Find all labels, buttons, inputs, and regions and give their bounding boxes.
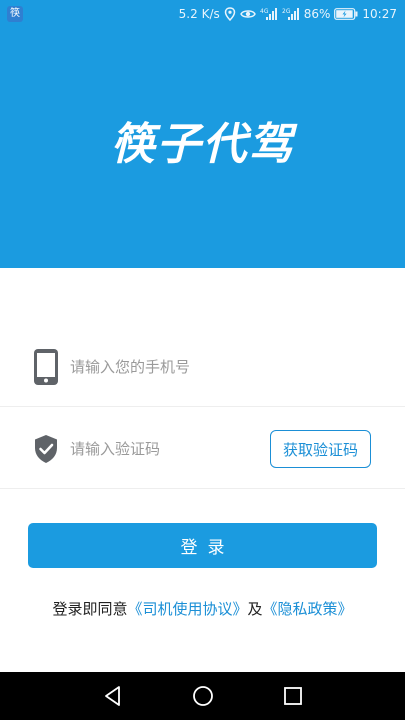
status-bar: 筷 5.2 K/s 4G 2G 86% 10:27 [0,0,405,28]
recent-square-icon[interactable] [281,684,305,708]
phone-input[interactable] [70,352,370,382]
battery-icon [334,8,358,20]
system-nav-bar [0,672,405,720]
privacy-policy-link[interactable]: 《隐私政策》 [263,600,353,618]
agreement-prefix: 登录即同意 [52,600,128,618]
location-icon [224,7,235,21]
phone-row [0,328,405,407]
code-input[interactable] [70,434,260,464]
app-notification-icon: 筷 [7,6,23,22]
login-button[interactable]: 登录 [28,523,377,568]
smartphone-icon [34,349,58,385]
agreement-conjunction: 及 [247,600,263,618]
clock: 10:27 [362,7,397,21]
app-title: 筷子代驾 [110,119,295,170]
agreement-text: 登录即同意《司机使用协议》及《隐私政策》 [0,598,405,619]
home-circle-icon[interactable] [191,684,215,708]
login-screen: 筷 5.2 K/s 4G 2G 86% 10:27 筷子代驾 请输入您的手机号 … [0,0,405,720]
hero-banner: 筷 5.2 K/s 4G 2G 86% 10:27 筷子代驾 [0,0,405,268]
status-indicators: 5.2 K/s 4G 2G 86% 10:27 [179,6,397,22]
shield-check-icon [35,435,57,463]
code-row: 获取验证码 [0,410,405,489]
network-type-1: 4G [260,8,269,15]
eye-icon [239,10,256,18]
network-type-2: 2G [282,8,291,15]
network-speed: 5.2 K/s [178,7,220,21]
back-triangle-icon[interactable] [101,684,125,708]
signal-2g-icon: 2G [282,8,299,20]
signal-4g-icon: 4G [260,8,277,20]
battery-percent: 86% [303,7,331,21]
driver-agreement-link[interactable]: 《司机使用协议》 [127,600,247,618]
get-code-button[interactable]: 获取验证码 [270,430,371,468]
